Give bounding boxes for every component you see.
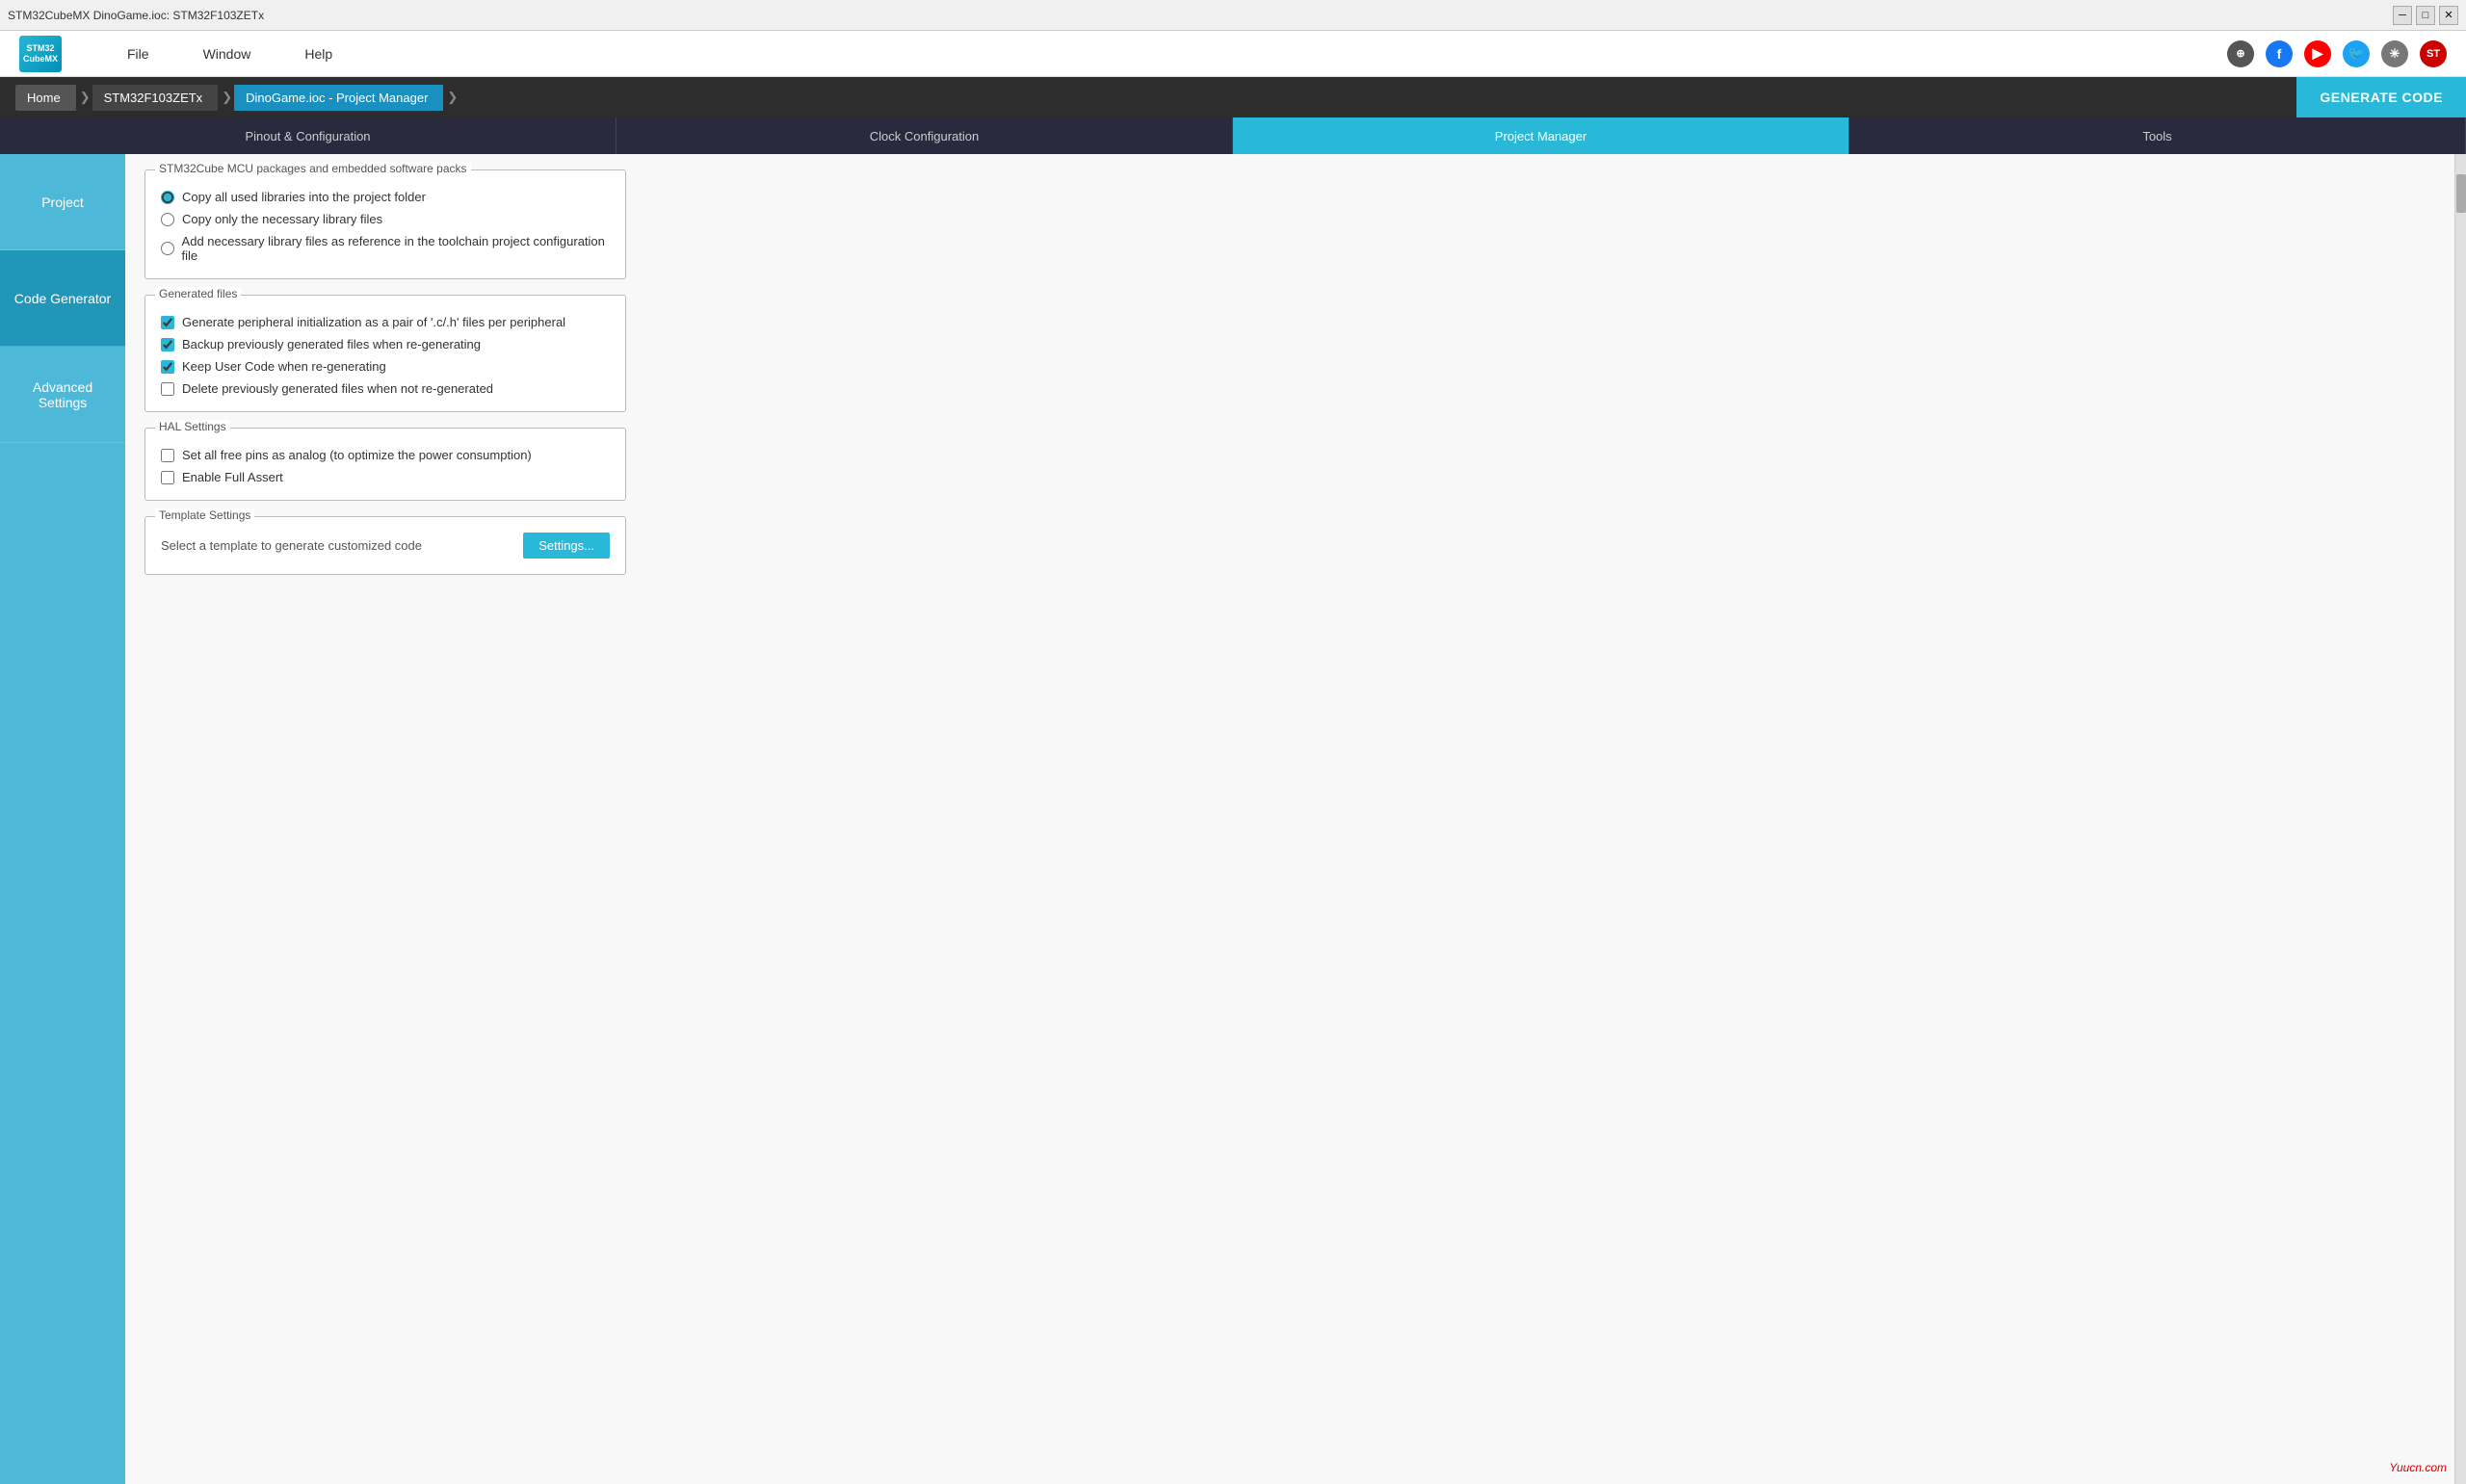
checkbox-keep-user-code-input[interactable] <box>161 360 174 374</box>
generated-files-group: Generated files Generate peripheral init… <box>144 295 626 412</box>
tab-bar: Pinout & Configuration Clock Configurati… <box>0 117 2466 154</box>
watermark: Yuucn.com <box>2389 1461 2447 1474</box>
mcu-packages-legend: STM32Cube MCU packages and embedded soft… <box>155 162 471 175</box>
restore-button[interactable]: □ <box>2416 6 2435 25</box>
menu-bar-right: ⊕ f ▶ 🐦 ✳ ST <box>2227 40 2447 67</box>
checkbox-free-pins-analog[interactable]: Set all free pins as analog (to optimize… <box>161 448 610 462</box>
generate-code-button[interactable]: GENERATE CODE <box>2296 77 2466 117</box>
scrollbar-thumb <box>2456 174 2466 213</box>
radio-add-reference[interactable]: Add necessary library files as reference… <box>161 234 610 263</box>
sidebar-item-code-generator[interactable]: Code Generator <box>0 250 125 347</box>
radio-copy-necessary[interactable]: Copy only the necessary library files <box>161 212 610 226</box>
title-bar: STM32CubeMX DinoGame.ioc: STM32F103ZETx … <box>0 0 2466 31</box>
generated-files-legend: Generated files <box>155 287 241 300</box>
tab-project-manager[interactable]: Project Manager <box>1233 117 1850 154</box>
checkbox-free-pins-analog-input[interactable] <box>161 449 174 462</box>
mcu-packages-group: STM32Cube MCU packages and embedded soft… <box>144 169 626 279</box>
youtube-icon[interactable]: ▶ <box>2304 40 2331 67</box>
checkbox-keep-user-code[interactable]: Keep User Code when re-generating <box>161 359 610 374</box>
radio-copy-all-input[interactable] <box>161 191 174 204</box>
main-layout: Project Code Generator Advanced Settings… <box>0 154 2466 1484</box>
logo-box: STM32CubeMX <box>19 36 62 72</box>
checkbox-backup-files[interactable]: Backup previously generated files when r… <box>161 337 610 351</box>
radio-copy-all[interactable]: Copy all used libraries into the project… <box>161 190 610 204</box>
menu-window[interactable]: Window <box>196 42 259 65</box>
sidebar-item-advanced-settings[interactable]: Advanced Settings <box>0 347 125 443</box>
minimize-button[interactable]: ─ <box>2393 6 2412 25</box>
breadcrumb-mcu[interactable]: STM32F103ZETx <box>92 85 219 111</box>
menu-help[interactable]: Help <box>297 42 340 65</box>
st-icon[interactable]: ST <box>2420 40 2447 67</box>
right-scrollbar[interactable] <box>2454 154 2466 1484</box>
breadcrumb-home[interactable]: Home <box>15 85 76 111</box>
sidebar: Project Code Generator Advanced Settings <box>0 154 125 1484</box>
breadcrumb-arrow-2: ❯ <box>222 90 232 105</box>
tab-tools[interactable]: Tools <box>1850 117 2466 154</box>
facebook-icon[interactable]: f <box>2266 40 2293 67</box>
tab-clock[interactable]: Clock Configuration <box>616 117 1233 154</box>
checkbox-gen-peripheral[interactable]: Generate peripheral initialization as a … <box>161 315 610 329</box>
hal-settings-legend: HAL Settings <box>155 420 230 433</box>
breadcrumb-arrow-3: ❯ <box>447 90 458 105</box>
menu-items: File Window Help <box>119 42 340 65</box>
content-area: STM32Cube MCU packages and embedded soft… <box>125 154 2454 1484</box>
template-settings-legend: Template Settings <box>155 508 254 522</box>
checkbox-backup-files-input[interactable] <box>161 338 174 351</box>
window-title: STM32CubeMX DinoGame.ioc: STM32F103ZETx <box>8 9 264 22</box>
menu-bar: STM32CubeMX File Window Help ⊕ f ▶ 🐦 ✳ S… <box>0 31 2466 77</box>
network-icon[interactable]: ✳ <box>2381 40 2408 67</box>
twitter-icon[interactable]: 🐦 <box>2343 40 2370 67</box>
template-row: Select a template to generate customized… <box>161 529 610 559</box>
breadcrumb-items: Home ❯ STM32F103ZETx ❯ DinoGame.ioc - Pr… <box>15 85 459 111</box>
checkbox-delete-previous[interactable]: Delete previously generated files when n… <box>161 381 610 396</box>
hal-settings-group: HAL Settings Set all free pins as analog… <box>144 428 626 501</box>
breadcrumb-arrow-1: ❯ <box>80 90 91 105</box>
globe-icon[interactable]: ⊕ <box>2227 40 2254 67</box>
settings-button[interactable]: Settings... <box>523 533 610 559</box>
logo: STM32CubeMX <box>19 36 62 72</box>
template-label: Select a template to generate customized… <box>161 538 512 553</box>
checkbox-full-assert[interactable]: Enable Full Assert <box>161 470 610 484</box>
checkbox-full-assert-input[interactable] <box>161 471 174 484</box>
menu-file[interactable]: File <box>119 42 157 65</box>
breadcrumb: Home ❯ STM32F103ZETx ❯ DinoGame.ioc - Pr… <box>0 77 2466 117</box>
window-controls: ─ □ ✕ <box>2393 6 2458 25</box>
radio-add-reference-input[interactable] <box>161 242 174 255</box>
logo-text: STM32CubeMX <box>23 43 58 65</box>
menu-bar-left: STM32CubeMX File Window Help <box>19 36 340 72</box>
template-settings-group: Template Settings Select a template to g… <box>144 516 626 575</box>
checkbox-delete-previous-input[interactable] <box>161 382 174 396</box>
sidebar-item-project[interactable]: Project <box>0 154 125 250</box>
breadcrumb-project[interactable]: DinoGame.ioc - Project Manager <box>234 85 443 111</box>
close-button[interactable]: ✕ <box>2439 6 2458 25</box>
tab-pinout[interactable]: Pinout & Configuration <box>0 117 616 154</box>
checkbox-gen-peripheral-input[interactable] <box>161 316 174 329</box>
radio-copy-necessary-input[interactable] <box>161 213 174 226</box>
